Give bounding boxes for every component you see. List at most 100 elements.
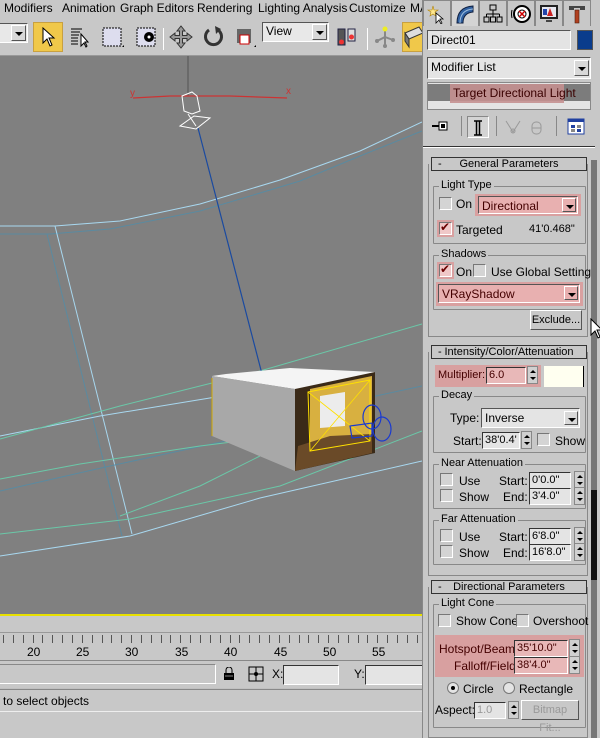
show-end-result-button[interactable] <box>467 116 489 138</box>
near-end-field[interactable]: 3'4.0" <box>529 488 571 505</box>
use-global-settings-label: Use Global Settings <box>491 265 598 279</box>
modifier-stack: Target Directional Light <box>427 82 591 110</box>
create-tab[interactable] <box>423 0 451 26</box>
menu-modifiers[interactable]: Modifiers <box>4 1 53 15</box>
near-start-field[interactable]: 0'0.0" <box>529 472 571 489</box>
group-label: Near Attenuation <box>439 457 525 469</box>
menu-graph-editors[interactable]: Graph Editors <box>120 1 194 15</box>
modifier-list-dropdown[interactable]: Modifier List <box>427 57 591 79</box>
targeted-checkbox[interactable] <box>439 220 452 235</box>
light-on-checkbox[interactable] <box>439 197 452 210</box>
ruler-tick <box>229 635 231 643</box>
use-pivot-center-button[interactable] <box>333 22 363 52</box>
hotspot-label: Hotspot/Beam: <box>439 642 519 656</box>
room-model <box>211 368 392 471</box>
ruler-tick <box>91 635 93 643</box>
light-color-swatch[interactable] <box>544 366 584 387</box>
ruler-tick <box>200 635 201 643</box>
multiplier-field[interactable]: 6.0 <box>486 367 526 384</box>
far-end-spinner[interactable] <box>574 543 585 561</box>
ruler-tick <box>209 635 211 643</box>
ruler-tick <box>347 635 349 643</box>
reference-coordinate-dropdown[interactable]: View <box>262 22 329 42</box>
ruler-tick <box>12 635 14 643</box>
near-end-spinner[interactable] <box>574 487 585 505</box>
near-end-label: End: <box>503 490 528 504</box>
falloff-label: Falloff/Field: <box>454 659 520 673</box>
chevron-down-icon <box>562 198 576 212</box>
show-cone-checkbox[interactable] <box>438 614 451 627</box>
object-color-swatch[interactable] <box>577 30 593 50</box>
far-start-label: Start: <box>499 530 528 544</box>
hotspot-field[interactable]: 35'10.0" <box>514 640 568 657</box>
decay-show-checkbox[interactable] <box>537 433 550 446</box>
motion-tab[interactable] <box>507 0 535 26</box>
panel-scrollbar[interactable] <box>591 160 597 738</box>
modify-tab[interactable] <box>451 0 479 26</box>
falloff-spinner[interactable] <box>569 656 580 674</box>
ruler-tick <box>111 635 113 643</box>
panel-scrollbar-thumb[interactable] <box>591 490 597 580</box>
shadows-on-checkbox[interactable] <box>439 262 452 277</box>
overshoot-checkbox[interactable] <box>516 614 529 627</box>
ruler-tick <box>160 635 162 643</box>
ruler-tick <box>42 635 44 643</box>
pin-stack-icon[interactable] <box>431 118 451 134</box>
snaps-toggle-button[interactable] <box>402 22 424 52</box>
tick-label: 55 <box>372 645 386 659</box>
select-and-move-button[interactable] <box>166 22 196 52</box>
multiplier-spinner[interactable] <box>527 366 538 384</box>
exclude-button[interactable]: Exclude... <box>530 310 582 330</box>
maxscript-listener[interactable] <box>0 664 216 684</box>
hotspot-spinner[interactable] <box>569 639 580 657</box>
ruler-tick <box>308 635 310 643</box>
window-crossing-button[interactable] <box>131 22 161 52</box>
absolute-mode-transform-icon[interactable] <box>248 666 264 682</box>
select-object-button[interactable] <box>33 22 63 52</box>
far-show-checkbox[interactable] <box>440 545 453 558</box>
menu-rendering[interactable]: Rendering <box>197 1 252 15</box>
select-by-name-button[interactable] <box>65 22 95 52</box>
ruler-tick <box>249 635 251 643</box>
wireframe-edge <box>46 233 123 537</box>
lock-icon[interactable] <box>223 667 235 681</box>
rectangular-selection-button[interactable] <box>97 22 127 52</box>
far-use-checkbox[interactable] <box>440 529 453 542</box>
viewport-perspective[interactable]: y x <box>0 56 422 616</box>
utilities-tab[interactable] <box>563 0 591 26</box>
configure-modifier-sets-icon[interactable] <box>566 117 586 137</box>
y-coord-field[interactable] <box>365 665 425 685</box>
near-show-checkbox[interactable] <box>440 489 453 502</box>
near-use-checkbox[interactable] <box>440 473 453 486</box>
ruler-tick <box>328 635 330 643</box>
ruler-tick <box>406 635 408 643</box>
snaps-toggle-icon <box>404 26 423 49</box>
object-name-field[interactable]: Direct01 <box>427 30 571 50</box>
rectangle-radio[interactable] <box>503 682 515 694</box>
ruler-tick <box>140 635 142 643</box>
menu-animation[interactable]: Animation <box>62 1 115 15</box>
track-bar[interactable]: 20 25 30 35 40 45 50 55 <box>0 632 422 660</box>
targeted-label: Targeted <box>456 223 503 237</box>
select-manipulate-button[interactable] <box>370 22 400 52</box>
decay-type-dropdown[interactable]: Inverse <box>481 408 580 428</box>
select-and-rotate-button[interactable] <box>198 22 228 52</box>
select-and-scale-button[interactable] <box>230 22 260 52</box>
display-tab[interactable] <box>535 0 563 26</box>
ruler-tick <box>278 635 280 643</box>
selection-filter-dropdown[interactable] <box>0 23 28 43</box>
falloff-field[interactable]: 38'4.0" <box>514 657 568 674</box>
decay-start-field[interactable]: 38'0.4' <box>482 432 520 449</box>
decay-start-spinner[interactable] <box>521 431 532 449</box>
x-coord-field[interactable] <box>283 665 339 685</box>
menu-lighting-analysis[interactable]: Lighting Analysis <box>258 1 347 15</box>
light-type-dropdown[interactable]: Directional <box>478 196 578 214</box>
circle-radio[interactable] <box>447 682 459 694</box>
ruler-tick <box>387 635 389 643</box>
shadow-type-dropdown[interactable]: VRayShadow <box>438 284 580 303</box>
far-start-field[interactable]: 6'8.0" <box>529 528 571 545</box>
hierarchy-tab[interactable] <box>479 0 507 26</box>
far-end-field[interactable]: 16'8.0" <box>529 544 571 561</box>
menu-customize[interactable]: Customize <box>349 1 406 15</box>
use-global-settings-checkbox[interactable] <box>473 264 486 277</box>
